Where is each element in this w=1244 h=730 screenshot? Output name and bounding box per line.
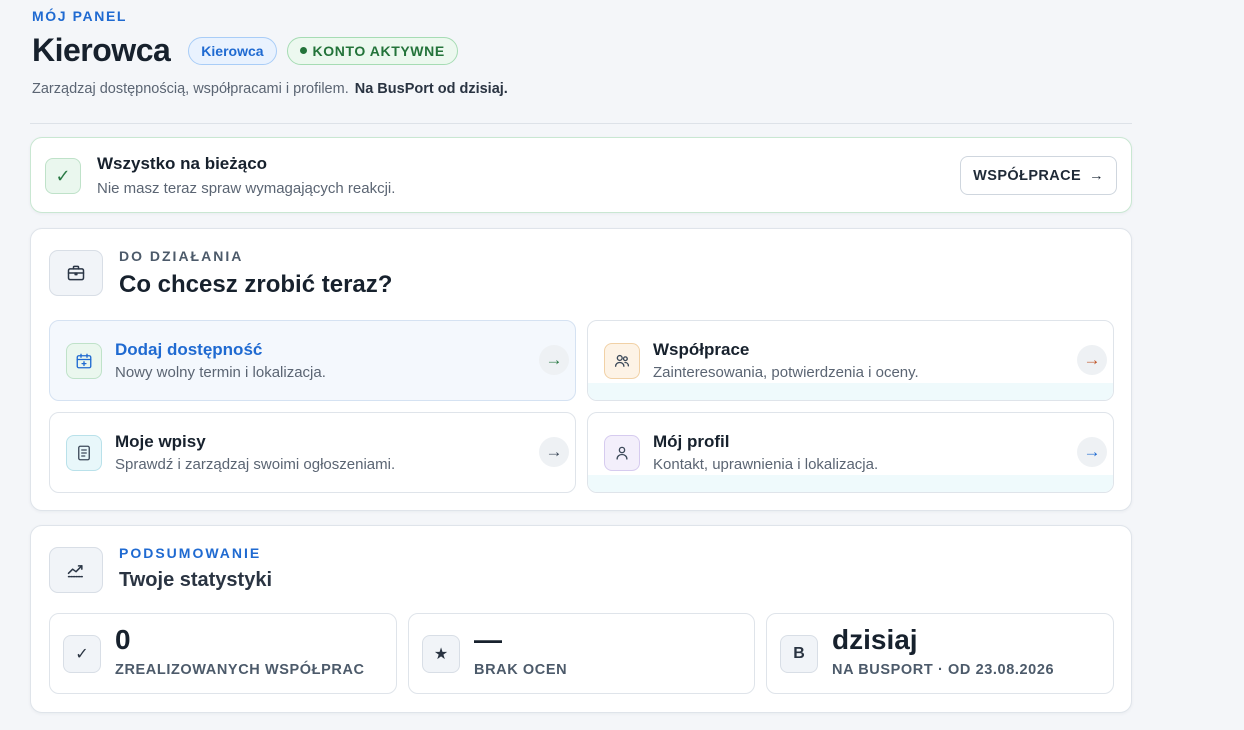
tile-title: Moje wpisy	[115, 432, 206, 451]
page-title: Kierowca	[32, 32, 171, 68]
calendar-plus-icon	[66, 343, 102, 379]
check-icon: ✓	[63, 635, 101, 673]
status-dot-icon	[299, 47, 307, 54]
tile-title: Dodaj dostępność	[115, 340, 263, 359]
user-icon	[604, 435, 640, 471]
stat-value: 0	[115, 624, 131, 655]
status-badge-label: KONTO AKTYWNE	[312, 42, 445, 59]
arrow-right-icon: →	[539, 437, 569, 467]
tile-title: Współprace	[653, 340, 750, 359]
notice-text: Nie masz teraz spraw wymagających reakcj…	[97, 180, 396, 197]
tile-description: Zainteresowania, potwierdzenia i oceny.	[653, 364, 919, 381]
tile-description: Kontakt, uprawnienia i lokalizacja.	[653, 456, 879, 473]
arrow-right-icon: →	[539, 345, 569, 375]
stat-member-since: B dzisiaj NA BUSPORT · OD 23.08.2026	[766, 613, 1114, 694]
briefcase-icon	[49, 250, 103, 296]
my-listings-tile[interactable]: Moje wpisy Sprawdź i zarządzaj swoimi og…	[49, 412, 576, 493]
tile-description: Nowy wolny termin i lokalizacja.	[115, 364, 326, 381]
stat-label: NA BUSPORT · OD 23.08.2026	[832, 662, 1055, 678]
stat-value: dzisiaj	[832, 624, 918, 655]
header-divider	[30, 123, 1132, 124]
stats-eyebrow: PODSUMOWANIE	[119, 545, 262, 561]
arrow-right-icon: →	[1077, 437, 1107, 467]
tile-wash	[588, 475, 1113, 492]
status-badge: KONTO AKTYWNE	[286, 36, 458, 65]
my-profile-tile[interactable]: Mój profil Kontakt, uprawnienia i lokali…	[587, 412, 1114, 493]
star-icon: ★	[422, 635, 460, 673]
notice-title: Wszystko na bieżąco	[97, 154, 268, 173]
tile-wash	[588, 383, 1113, 400]
users-icon	[604, 343, 640, 379]
page-subtitle: Zarządzaj dostępnością, współpracami i p…	[32, 81, 508, 97]
collaborations-button[interactable]: WSPÓŁPRACE →	[960, 156, 1117, 195]
stat-completed: ✓ 0 ZREALIZOWANYCH WSPÓŁPRAC	[49, 613, 397, 694]
stats-title: Twoje statystyki	[119, 569, 273, 591]
actions-eyebrow: DO DZIAŁANIA	[119, 248, 244, 264]
check-icon: ✓	[45, 158, 81, 194]
trend-chart-icon	[49, 547, 103, 593]
collaborations-button-label: WSPÓŁPRACE	[973, 167, 1082, 184]
stat-ratings: ★ — BRAK OCEN	[408, 613, 755, 694]
stat-label: ZREALIZOWANYCH WSPÓŁPRAC	[115, 662, 365, 678]
stat-value: —	[474, 624, 502, 655]
tile-title: Mój profil	[653, 432, 730, 451]
arrow-right-icon: →	[1089, 167, 1104, 184]
document-icon	[66, 435, 102, 471]
page-eyebrow: MÓJ PANEL	[32, 8, 128, 24]
initial-b-icon: B	[780, 635, 818, 673]
stats-card: PODSUMOWANIE Twoje statystyki ✓ 0 ZREALI…	[30, 525, 1132, 713]
collaborations-tile[interactable]: Współprace Zainteresowania, potwierdzeni…	[587, 320, 1114, 401]
stat-label: BRAK OCEN	[474, 662, 568, 678]
role-badge: Kierowca	[188, 36, 277, 65]
status-notice-card: ✓ Wszystko na bieżąco Nie masz teraz spr…	[30, 137, 1132, 213]
subtitle-text: Zarządzaj dostępnością, współpracami i p…	[32, 81, 349, 97]
actions-title: Co chcesz zrobić teraz?	[119, 271, 393, 298]
tile-description: Sprawdź i zarządzaj swoimi ogłoszeniami.	[115, 456, 396, 473]
arrow-right-icon: →	[1077, 345, 1107, 375]
add-availability-tile[interactable]: Dodaj dostępność Nowy wolny termin i lok…	[49, 320, 576, 401]
subtitle-member-since: Na BusPort od dzisiaj.	[354, 81, 508, 97]
title-row: Kierowca Kierowca KONTO AKTYWNE	[32, 32, 458, 69]
actions-card: DO DZIAŁANIA Co chcesz zrobić teraz? Dod…	[30, 228, 1132, 511]
